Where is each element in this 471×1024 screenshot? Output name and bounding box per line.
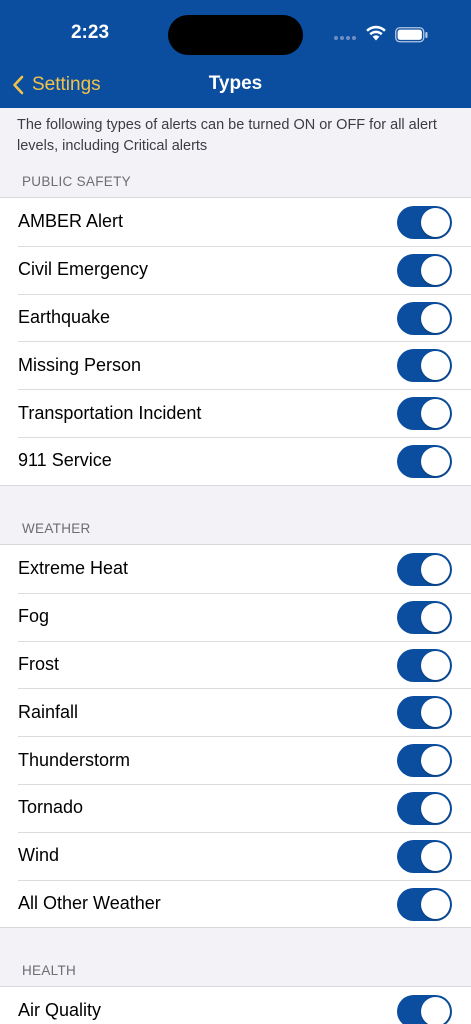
alert-type-label: Rainfall <box>18 701 79 722</box>
alert-type-toggle[interactable] <box>397 301 452 335</box>
alert-type-label: Wind <box>18 845 60 866</box>
section-header-health: HEALTH <box>22 963 77 978</box>
alert-type-row: Extreme Heat <box>0 545 471 593</box>
alert-type-label: Transportation Incident <box>18 402 202 423</box>
alert-type-row: Rainfall <box>0 688 471 736</box>
alert-type-label: All Other Weather <box>18 892 161 913</box>
alert-type-toggle[interactable] <box>397 206 452 239</box>
settings-group-health: Air Quality <box>0 986 471 1024</box>
alert-type-row: Civil Emergency <box>0 245 471 294</box>
toggle-knob <box>421 889 450 919</box>
toggle-knob <box>421 602 450 632</box>
battery-icon <box>395 27 428 43</box>
alert-type-toggle[interactable] <box>397 600 452 634</box>
status-time: 2:23 <box>70 22 110 43</box>
alert-type-row: Transportation Incident <box>0 389 471 437</box>
alert-type-toggle[interactable] <box>397 995 452 1024</box>
alert-type-row: 911 Service <box>0 436 471 485</box>
alert-type-label: Earthquake <box>18 306 111 327</box>
alert-type-row: AMBER Alert <box>0 198 471 246</box>
page-title: Types <box>208 73 263 94</box>
alert-type-label: Civil Emergency <box>18 259 149 280</box>
alert-type-row: Earthquake <box>0 293 471 342</box>
toggle-knob <box>421 208 450 237</box>
wifi-icon <box>366 25 386 41</box>
alert-type-row: Air Quality <box>0 987 471 1024</box>
alert-type-toggle[interactable] <box>397 444 452 478</box>
alert-type-toggle[interactable] <box>397 887 452 921</box>
alert-type-label: Thunderstorm <box>18 749 131 770</box>
alert-type-row: Thunderstorm <box>0 736 471 784</box>
alert-type-toggle[interactable] <box>397 696 452 730</box>
alert-type-row: Fog <box>0 592 471 641</box>
alert-type-toggle[interactable] <box>397 839 452 873</box>
toggle-knob <box>421 841 450 871</box>
section-header-public-safety: PUBLIC SAFETY <box>22 174 131 189</box>
alert-type-label: Extreme Heat <box>18 558 129 579</box>
alert-type-toggle[interactable] <box>397 253 452 287</box>
alert-type-toggle[interactable] <box>397 349 452 383</box>
toggle-knob <box>421 446 450 476</box>
toggle-knob <box>421 650 450 680</box>
navigation-header: 2:23 Settings Types <box>0 0 471 108</box>
intro-text: The following types of alerts can be tur… <box>17 117 437 154</box>
alert-type-row: All Other Weather <box>0 879 471 928</box>
alert-type-row: Wind <box>0 831 471 880</box>
alert-type-label: AMBER Alert <box>18 211 124 232</box>
toggle-knob <box>421 698 450 728</box>
alert-type-toggle[interactable] <box>397 791 452 825</box>
alert-type-label: Air Quality <box>18 1000 102 1021</box>
toggle-knob <box>421 303 450 333</box>
alert-type-label: Fog <box>18 606 50 627</box>
toggle-knob <box>421 555 450 584</box>
alert-type-toggle[interactable] <box>397 648 452 682</box>
toggle-knob <box>421 351 450 381</box>
alert-type-toggle[interactable] <box>397 397 452 431</box>
alert-type-toggle[interactable] <box>397 553 452 586</box>
alert-type-row: Frost <box>0 640 471 689</box>
settings-group-weather: Extreme Heat Fog Frost Rainfall Thunderstorm… <box>0 544 471 929</box>
toggle-knob <box>421 793 450 823</box>
toggle-knob <box>421 255 450 285</box>
alert-type-label: Tornado <box>18 797 84 818</box>
alert-type-toggle[interactable] <box>397 744 452 778</box>
cellular-signal-icon <box>334 36 356 40</box>
alert-type-label: Missing Person <box>18 354 142 375</box>
alert-type-row: Missing Person <box>0 341 471 389</box>
toggle-knob <box>421 399 450 429</box>
dynamic-island <box>168 15 303 55</box>
alert-type-label: 911 Service <box>18 450 112 471</box>
toggle-knob <box>421 746 450 776</box>
settings-group-public-safety: AMBER Alert Civil Emergency Earthquake Miss… <box>0 197 471 486</box>
toggle-knob <box>421 997 450 1024</box>
alert-type-row: Tornado <box>0 783 471 832</box>
section-header-weather: WEATHER <box>22 521 91 536</box>
alert-type-label: Frost <box>18 653 60 674</box>
